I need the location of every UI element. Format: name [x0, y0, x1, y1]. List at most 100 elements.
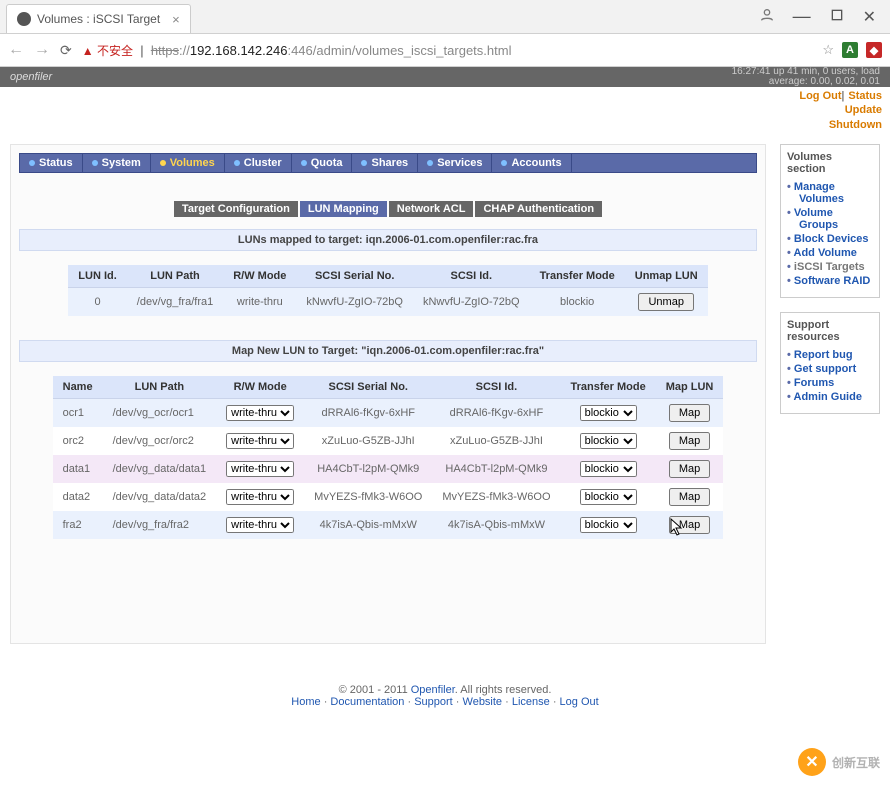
- menu-dot-icon: [301, 160, 307, 166]
- footer-link-documentation[interactable]: Documentation: [330, 696, 404, 708]
- cell-transfer: blockio: [530, 287, 625, 316]
- link-status[interactable]: Status: [848, 90, 882, 102]
- footer-brand-link[interactable]: Openfiler: [411, 684, 455, 696]
- cell-scsi-id: xZuLuo-G5ZB-JJhI: [432, 427, 560, 455]
- bookmark-icon[interactable]: ☆: [822, 42, 834, 58]
- col-header: LUN Path: [103, 376, 217, 399]
- transfer-mode-select[interactable]: blockio: [580, 405, 637, 421]
- link-logout[interactable]: Log Out: [799, 90, 841, 102]
- rw-mode-select[interactable]: write-thru: [226, 461, 294, 477]
- volumes-section-panel: Volumes section Manage VolumesVolume Gro…: [780, 144, 880, 298]
- sidebar-item-block-devices[interactable]: Block Devices: [787, 233, 873, 245]
- rw-mode-select[interactable]: write-thru: [226, 489, 294, 505]
- menu-item-services[interactable]: Services: [418, 154, 492, 172]
- cell-rw: write-thru: [216, 398, 304, 427]
- header-links: Log Out|Status Update Shutdown: [0, 87, 890, 134]
- footer-link-support[interactable]: Support: [414, 696, 453, 708]
- cell-lun-path: /dev/vg_ocr/ocr1: [103, 398, 217, 427]
- footer-link-log-out[interactable]: Log Out: [560, 696, 599, 708]
- footer-link-website[interactable]: Website: [463, 696, 503, 708]
- menu-item-quota[interactable]: Quota: [292, 154, 353, 172]
- extension-a-icon[interactable]: A: [842, 42, 858, 58]
- cell-serial: MvYEZS-fMk3-W6OO: [304, 483, 432, 511]
- back-icon[interactable]: ←: [8, 41, 24, 59]
- cell-transfer: blockio: [561, 483, 656, 511]
- col-header: Name: [53, 376, 103, 399]
- mapnew-heading: Map New LUN to Target: "iqn.2006-01.com.…: [19, 340, 757, 362]
- support-item-get-support[interactable]: Get support: [787, 363, 873, 375]
- openfiler-header: openfiler 16:27:41 up 41 min, 0 users, l…: [0, 67, 890, 87]
- map-button[interactable]: Map: [669, 488, 710, 506]
- menu-item-volumes[interactable]: Volumes: [151, 154, 225, 172]
- cell-rw: write-thru: [216, 455, 304, 483]
- transfer-mode-select[interactable]: blockio: [580, 461, 637, 477]
- map-button[interactable]: Map: [669, 432, 710, 450]
- cell-transfer: blockio: [561, 455, 656, 483]
- close-window-icon[interactable]: ✕: [863, 7, 876, 27]
- cell-transfer: blockio: [561, 511, 656, 539]
- window-controls: — ✕: [745, 0, 890, 33]
- map-button[interactable]: Map: [669, 460, 710, 478]
- menu-dot-icon: [160, 160, 166, 166]
- map-button[interactable]: Map: [669, 404, 710, 422]
- footer-link-license[interactable]: License: [512, 696, 550, 708]
- main-menu: StatusSystemVolumesClusterQuotaSharesSer…: [19, 153, 757, 173]
- menu-item-accounts[interactable]: Accounts: [492, 154, 571, 172]
- extension-shield-icon[interactable]: ◆: [866, 42, 882, 58]
- subtab-network-acl[interactable]: Network ACL: [389, 201, 474, 217]
- url-field[interactable]: ▲ 不安全 | https://192.168.142.246:446/admi…: [82, 42, 813, 59]
- unmap-button[interactable]: Unmap: [638, 293, 693, 311]
- col-header: Unmap LUN: [625, 265, 708, 288]
- menu-item-status[interactable]: Status: [20, 154, 83, 172]
- menu-dot-icon: [29, 160, 35, 166]
- cell-rw: write-thru: [216, 427, 304, 455]
- support-item-report-bug[interactable]: Report bug: [787, 349, 873, 361]
- transfer-mode-select[interactable]: blockio: [580, 489, 637, 505]
- transfer-mode-select[interactable]: blockio: [580, 517, 637, 533]
- transfer-mode-select[interactable]: blockio: [580, 433, 637, 449]
- subtab-chap-authentication[interactable]: CHAP Authentication: [475, 201, 602, 217]
- minimize-icon[interactable]: —: [793, 6, 811, 27]
- cell-rw: write-thru: [216, 511, 304, 539]
- footer-link-home[interactable]: Home: [291, 696, 320, 708]
- reload-icon[interactable]: ⟳: [60, 42, 72, 59]
- table-row: orc2/dev/vg_ocr/orc2write-thruxZuLuo-G5Z…: [53, 427, 724, 455]
- user-icon[interactable]: [759, 7, 775, 26]
- sidebar-item-software-raid[interactable]: Software RAID: [787, 275, 873, 287]
- url-host: 192.168.142.246: [190, 43, 288, 58]
- rw-mode-select[interactable]: write-thru: [226, 405, 294, 421]
- cell-name: ocr1: [53, 398, 103, 427]
- cell-scsi-id: 4k7isA-Qbis-mMxW: [432, 511, 560, 539]
- subtab-target-configuration[interactable]: Target Configuration: [174, 201, 298, 217]
- browser-tab[interactable]: Volumes : iSCSI Target ×: [6, 4, 191, 33]
- watermark-icon: ✕: [798, 748, 826, 776]
- cell-lun-path: /dev/vg_data/data2: [103, 483, 217, 511]
- menu-item-system[interactable]: System: [83, 154, 151, 172]
- close-tab-icon[interactable]: ×: [172, 12, 180, 27]
- main-panel: StatusSystemVolumesClusterQuotaSharesSer…: [10, 144, 766, 644]
- sidebar-item-volume-groups[interactable]: Volume Groups: [787, 207, 873, 231]
- watermark: ✕ 创新互联: [798, 748, 880, 776]
- col-header: SCSI Id.: [432, 376, 560, 399]
- sidebar-item-iscsi-targets[interactable]: iSCSI Targets: [787, 261, 873, 273]
- table-row: data2/dev/vg_data/data2write-thruMvYEZS-…: [53, 483, 724, 511]
- support-item-admin-guide[interactable]: Admin Guide: [787, 391, 873, 403]
- sidebar-item-manage-volumes[interactable]: Manage Volumes: [787, 181, 873, 205]
- map-button[interactable]: Map: [669, 516, 710, 534]
- menu-item-shares[interactable]: Shares: [352, 154, 418, 172]
- maximize-icon[interactable]: [829, 7, 845, 26]
- sub-tabs: Target ConfigurationLUN MappingNetwork A…: [19, 201, 757, 217]
- cell-lun-path: /dev/vg_fra/fra2: [103, 511, 217, 539]
- subtab-lun-mapping[interactable]: LUN Mapping: [300, 201, 387, 217]
- rw-mode-select[interactable]: write-thru: [226, 433, 294, 449]
- sidebar-item-add-volume[interactable]: Add Volume: [787, 247, 873, 259]
- cell-serial: HA4CbT-l2pM-QMk9: [304, 455, 432, 483]
- menu-item-cluster[interactable]: Cluster: [225, 154, 292, 172]
- menu-dot-icon: [427, 160, 433, 166]
- cell-transfer: blockio: [561, 427, 656, 455]
- link-shutdown[interactable]: Shutdown: [829, 119, 882, 131]
- link-update[interactable]: Update: [845, 104, 882, 116]
- table-row: 0/dev/vg_fra/fra1write-thrukNwvfU-ZgIO-7…: [68, 287, 707, 316]
- support-item-forums[interactable]: Forums: [787, 377, 873, 389]
- rw-mode-select[interactable]: write-thru: [226, 517, 294, 533]
